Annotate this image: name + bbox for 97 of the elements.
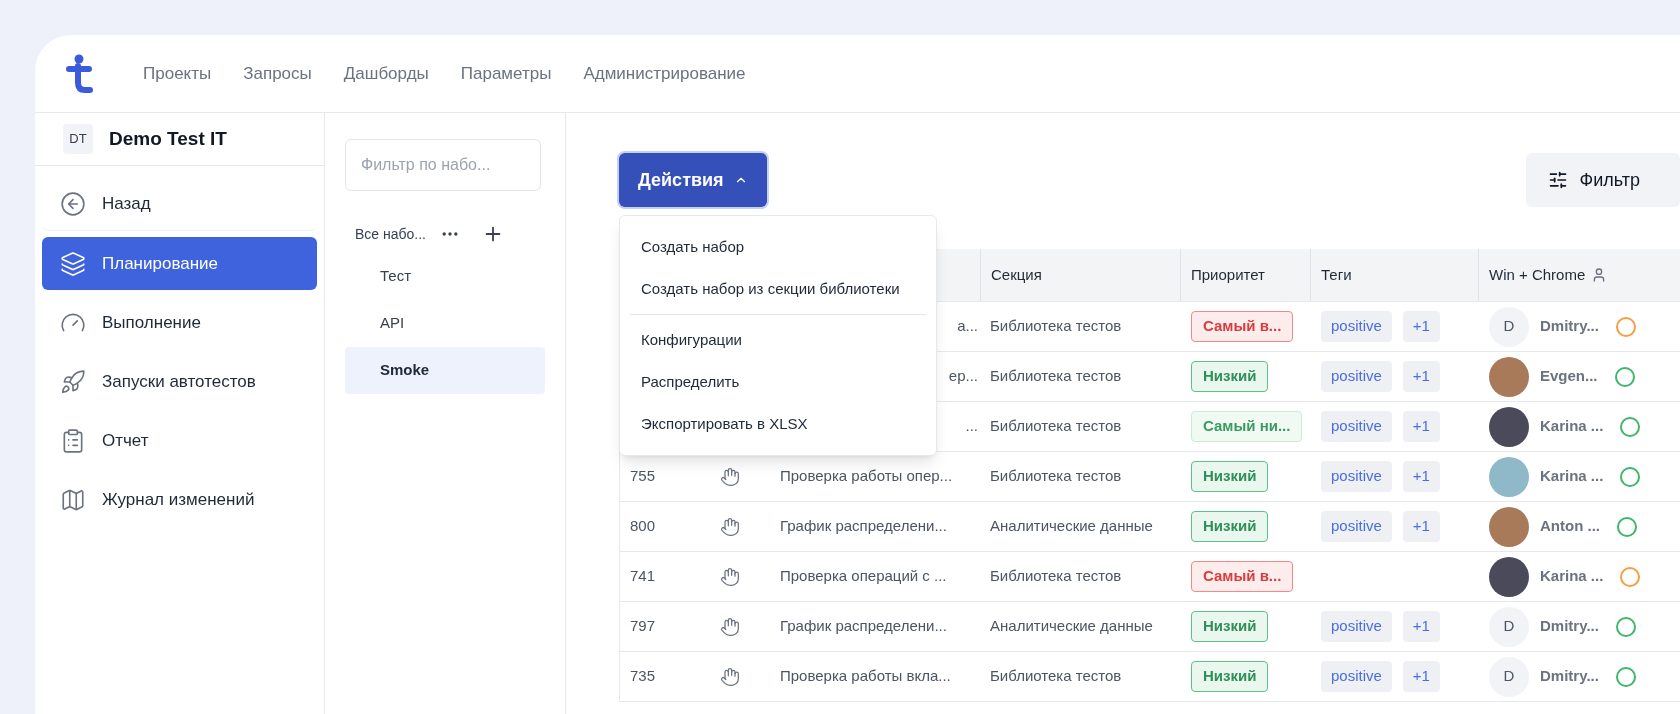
section-cell: Библиотека тестов (990, 367, 1122, 385)
section-cell: Аналитические данные (990, 617, 1153, 635)
tag: +1 (1402, 661, 1440, 692)
project-name: Demo Test IT (109, 126, 227, 151)
set-item[interactable]: API (345, 300, 545, 347)
avatar: D (1489, 656, 1529, 697)
hand-icon (720, 516, 740, 537)
avatar: D (1489, 606, 1529, 647)
tag: positive (1321, 461, 1392, 492)
project-initials: DT (63, 124, 93, 154)
user-name: Anton ... (1540, 516, 1600, 537)
user-name: Karina ... (1540, 416, 1604, 437)
user-name: Dmitry... (1540, 616, 1599, 637)
sidebar-item[interactable]: Выполнение (42, 296, 317, 349)
rocket-icon (60, 368, 86, 395)
column-header[interactable]: Приоритет (1191, 263, 1265, 287)
avatar-photo (1489, 556, 1529, 597)
priority-badge: Низкий (1191, 461, 1269, 492)
menu-item[interactable]: Создать набор (620, 226, 936, 268)
column-header[interactable]: Теги (1321, 263, 1352, 287)
name-cell-text: График распределени... (780, 516, 948, 537)
tag: +1 (1402, 361, 1440, 392)
sidebar-item[interactable]: Журнал изменений (42, 473, 317, 526)
priority-badge: Низкий (1191, 661, 1269, 692)
priority-badge: Самый ни... (1191, 411, 1303, 442)
set-item[interactable]: Тест (345, 253, 545, 300)
name-cell-text: График распределени... (780, 616, 948, 637)
section-cell: Библиотека тестов (990, 667, 1122, 685)
name-cell-text: Проверка работы опер... (780, 466, 954, 487)
column-header[interactable]: Секция (991, 263, 1042, 287)
section-cell: Библиотека тестов (990, 467, 1122, 485)
tag: +1 (1402, 611, 1440, 642)
hand-icon (720, 666, 740, 687)
tag: positive (1321, 661, 1392, 692)
tag: positive (1321, 611, 1392, 642)
id-cell: 800 (630, 517, 656, 535)
name-cell-text: ер... (948, 366, 978, 387)
tag: +1 (1402, 311, 1440, 342)
sidebar-item[interactable]: Планирование (42, 237, 317, 290)
name-cell-text: а... (957, 316, 978, 337)
actions-button[interactable]: Действия (619, 153, 767, 207)
all-sets-label[interactable]: Все набо... (355, 223, 426, 245)
section-cell: Библиотека тестов (990, 567, 1122, 585)
nav-link[interactable]: Параметры (460, 60, 552, 87)
logo-icon[interactable] (65, 52, 95, 95)
set-item[interactable]: Smoke (345, 347, 545, 394)
tag: positive (1321, 311, 1392, 342)
sidebar-item[interactable]: Назад (42, 178, 317, 231)
nav-link[interactable]: Запросы (243, 60, 312, 87)
name-cell-text: Проверка операций с ... (780, 566, 948, 587)
avatar-photo (1489, 456, 1529, 497)
tag: +1 (1402, 511, 1440, 542)
user-name: Evgen... (1540, 366, 1598, 387)
id-cell: 735 (630, 667, 656, 685)
nav-link[interactable]: Проекты (143, 60, 212, 87)
user-name: Dmitry... (1540, 666, 1599, 687)
id-cell: 755 (630, 467, 656, 485)
menu-item[interactable]: Создать набор из секции библиотеки (620, 268, 936, 310)
nav-link[interactable]: Дашборды (343, 60, 429, 87)
hand-icon (720, 466, 740, 487)
menu-item[interactable]: Распределить (620, 361, 936, 403)
set-filter-field[interactable]: Фильтр по набо... (345, 139, 541, 191)
menu-item[interactable]: Экспортировать в XLSX (620, 403, 936, 445)
tag: +1 (1402, 411, 1440, 442)
avatar-photo (1489, 506, 1529, 547)
id-cell: 741 (630, 567, 656, 585)
hand-icon (720, 566, 740, 587)
priority-badge: Самый в... (1191, 561, 1294, 592)
tag: positive (1321, 361, 1392, 392)
section-cell: Библиотека тестов (990, 417, 1122, 435)
user-name: Karina ... (1540, 466, 1604, 487)
user-name: Dmitry... (1540, 316, 1599, 337)
priority-badge: Самый в... (1191, 311, 1294, 342)
user-name: Karina ... (1540, 566, 1604, 587)
priority-badge: Низкий (1191, 611, 1269, 642)
avatar-photo (1489, 406, 1529, 447)
priority-badge: Низкий (1191, 511, 1269, 542)
name-cell-text: ... (965, 416, 978, 437)
nav-link[interactable]: Администрирование (583, 60, 746, 87)
name-cell-text: Проверка работы вкла... (780, 666, 952, 687)
sliders-icon (1547, 170, 1568, 190)
id-cell: 797 (630, 617, 656, 635)
sidebar-item[interactable]: Отчет (42, 414, 317, 467)
avatar: D (1489, 306, 1529, 347)
tag: positive (1321, 411, 1392, 442)
filter-button[interactable]: Фильтр (1525, 153, 1680, 207)
tag: positive (1321, 511, 1392, 542)
priority-badge: Низкий (1191, 361, 1269, 392)
avatar-photo (1489, 356, 1529, 397)
column-header[interactable]: Win + Chrome (1489, 263, 1586, 287)
sidebar-item[interactable]: Запуски автотестов (42, 355, 317, 408)
hand-icon (720, 616, 740, 637)
section-cell: Библиотека тестов (990, 317, 1122, 335)
tag: +1 (1402, 461, 1440, 492)
menu-item[interactable]: Конфигурации (620, 319, 936, 361)
section-cell: Аналитические данные (990, 517, 1153, 535)
layers-icon (60, 250, 86, 277)
